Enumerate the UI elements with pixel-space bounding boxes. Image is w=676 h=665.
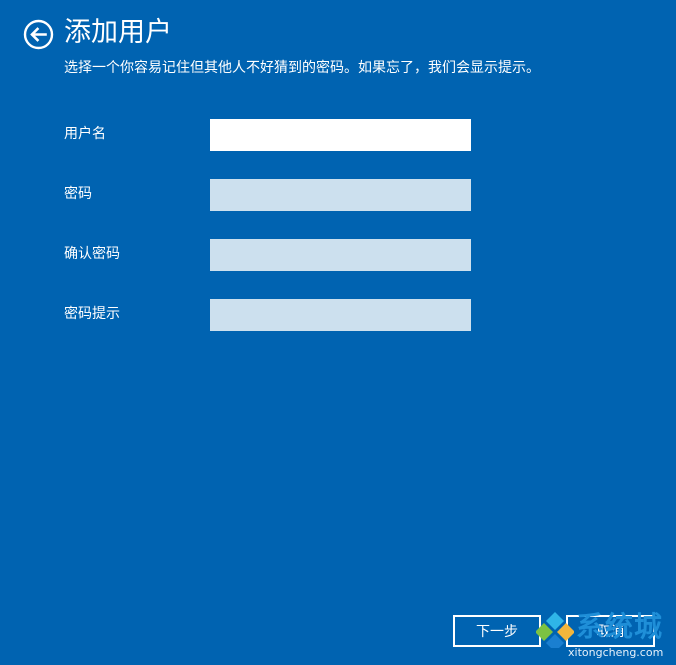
watermark-brand: 系统城 xyxy=(576,610,664,643)
password-hint-input[interactable] xyxy=(210,299,471,331)
watermark: 系统城 xitongcheng.com xyxy=(536,606,676,665)
back-arrow-icon xyxy=(23,19,54,50)
watermark-logo-icon xyxy=(536,612,574,648)
password-input[interactable] xyxy=(210,179,471,211)
back-button[interactable] xyxy=(23,19,54,50)
watermark-url: xitongcheng.com xyxy=(568,646,664,659)
next-button[interactable]: 下一步 xyxy=(453,615,541,647)
username-label: 用户名 xyxy=(64,126,106,142)
page-title: 添加用户 xyxy=(64,17,172,48)
confirm-password-input[interactable] xyxy=(210,239,471,271)
page-subtitle: 选择一个你容易记住但其他人不好猜到的密码。如果忘了，我们会显示提示。 xyxy=(64,60,540,76)
password-label: 密码 xyxy=(64,186,92,202)
confirm-password-label: 确认密码 xyxy=(64,246,120,262)
password-hint-label: 密码提示 xyxy=(64,306,120,322)
username-input[interactable] xyxy=(210,119,471,151)
